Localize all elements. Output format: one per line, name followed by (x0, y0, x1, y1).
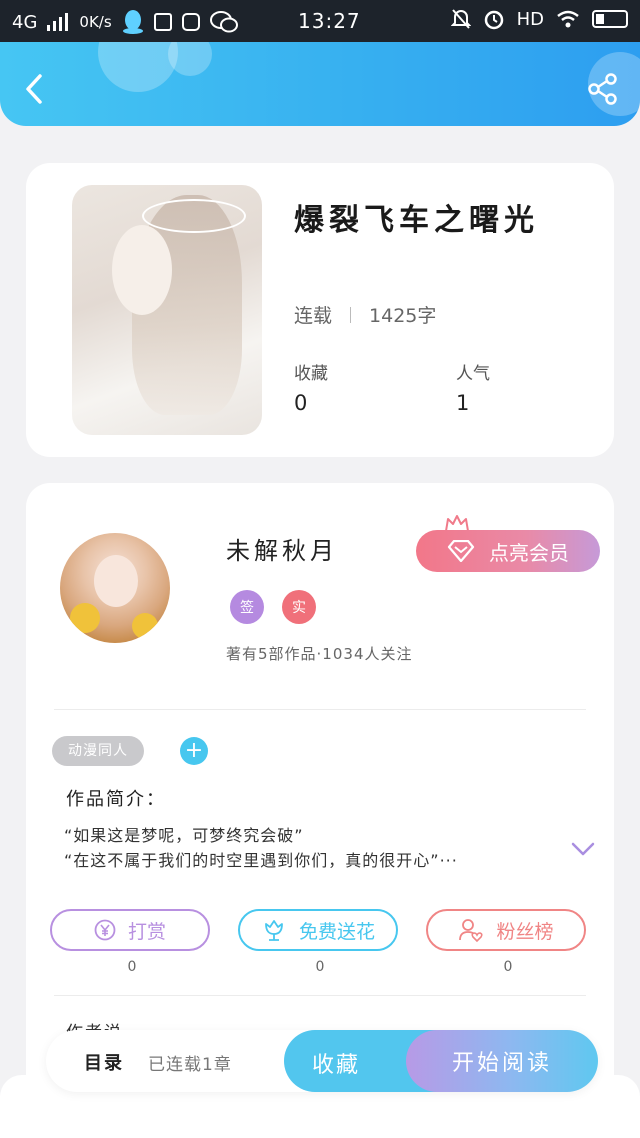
top-header (0, 42, 640, 126)
start-reading-button[interactable]: 开始阅读 (406, 1030, 598, 1092)
avatar-art-face (94, 555, 138, 607)
status-bar: 4G 0K/s 13:27 HD (0, 0, 640, 42)
decor-bubble (98, 42, 178, 92)
verified-badge: 实 (282, 590, 316, 624)
signal-icon (47, 13, 69, 31)
chapter-count: 已连载1章 (148, 1055, 232, 1075)
author-avatar[interactable] (60, 533, 170, 643)
popularity-stat-label: 人气 (456, 364, 490, 384)
decor-bubble (168, 42, 212, 76)
diamond-icon (447, 540, 475, 562)
signed-badge: 签 (230, 590, 264, 624)
tip-button[interactable]: 打赏 (50, 909, 210, 951)
author-name[interactable]: 未解秋月 (226, 531, 338, 566)
intro-title: 作品简介： (66, 789, 166, 810)
intro-text: “如果这是梦呢，可梦终究会破” “在这不属于我们的时空里遇到你们，真的很开心”·… (64, 823, 554, 873)
alarm-icon (484, 10, 503, 30)
popularity-stat-value: 1 (456, 391, 470, 415)
tip-label: 打赏 (127, 920, 166, 943)
battery-icon (592, 10, 628, 28)
send-flower-label: 免费送花 (298, 920, 375, 943)
cover-art-face (112, 225, 172, 315)
flower-count: 0 (315, 959, 325, 975)
genre-tag[interactable]: 动漫同人 (52, 736, 144, 766)
mute-bell-icon (450, 9, 471, 29)
vip-button-label: 点亮会员 (489, 540, 569, 565)
wechat-icon (209, 11, 238, 33)
book-title: 爆裂飞车之曙光 (294, 203, 539, 238)
author-meta: 著有5部作品·1034人关注 (226, 645, 413, 663)
book-cover-image[interactable] (72, 185, 262, 435)
back-button[interactable] (18, 72, 52, 106)
intro-line: “如果这是梦呢，可梦终究会破” (64, 826, 304, 845)
fan-user-icon (459, 919, 484, 943)
collect-stat-value: 0 (294, 391, 308, 415)
chevron-down-icon[interactable] (571, 841, 595, 857)
flower-icon (265, 920, 283, 941)
divider (54, 709, 586, 710)
start-reading-label: 开始阅读 (451, 1051, 552, 1076)
yen-coin-icon (94, 919, 116, 941)
bottom-action-bar: 目录 已连载1章 收藏 开始阅读 (46, 1030, 598, 1092)
book-info-card: 爆裂飞车之曙光 连载 1425字 收藏 0 人气 1 (26, 163, 614, 457)
wifi-icon (557, 10, 579, 28)
back-arrow-icon (26, 74, 42, 104)
fan-count: 0 (503, 959, 513, 975)
avatar-art (132, 613, 158, 639)
network-label: 4G (12, 11, 38, 33)
tip-count: 0 (127, 959, 137, 975)
serial-status: 连载 (294, 305, 333, 327)
vip-button[interactable]: 点亮会员 (416, 530, 600, 572)
hd-label: HD (516, 8, 544, 30)
add-tag-button[interactable]: + (180, 737, 208, 765)
net-speed: 0K/s (79, 13, 112, 31)
avatar-art (70, 603, 100, 633)
s-app-icon (153, 13, 172, 31)
status-left: 4G 0K/s (12, 10, 238, 34)
send-flower-button[interactable]: 免费送花 (238, 909, 398, 951)
word-count: 1425字 (369, 305, 437, 327)
status-right: HD (450, 8, 628, 30)
intro-line: “在这不属于我们的时空里遇到你们，真的很开心”··· (64, 851, 458, 870)
collect-label: 收藏 (312, 1053, 361, 1078)
fan-ranking-button[interactable]: 粉丝榜 (426, 909, 586, 951)
collect-stat-label: 收藏 (294, 364, 328, 384)
clock: 13:27 (298, 9, 361, 33)
toc-button[interactable]: 目录 (84, 1049, 124, 1075)
divider (54, 995, 586, 996)
share-button[interactable] (586, 72, 620, 106)
cover-art-halo (142, 199, 246, 233)
divider (350, 306, 352, 323)
book-status-row: 连载 1425字 (294, 301, 436, 328)
share-icon (588, 73, 617, 105)
qq-icon (122, 10, 143, 34)
gallery-icon (181, 13, 200, 31)
fan-ranking-label: 粉丝榜 (496, 920, 554, 943)
